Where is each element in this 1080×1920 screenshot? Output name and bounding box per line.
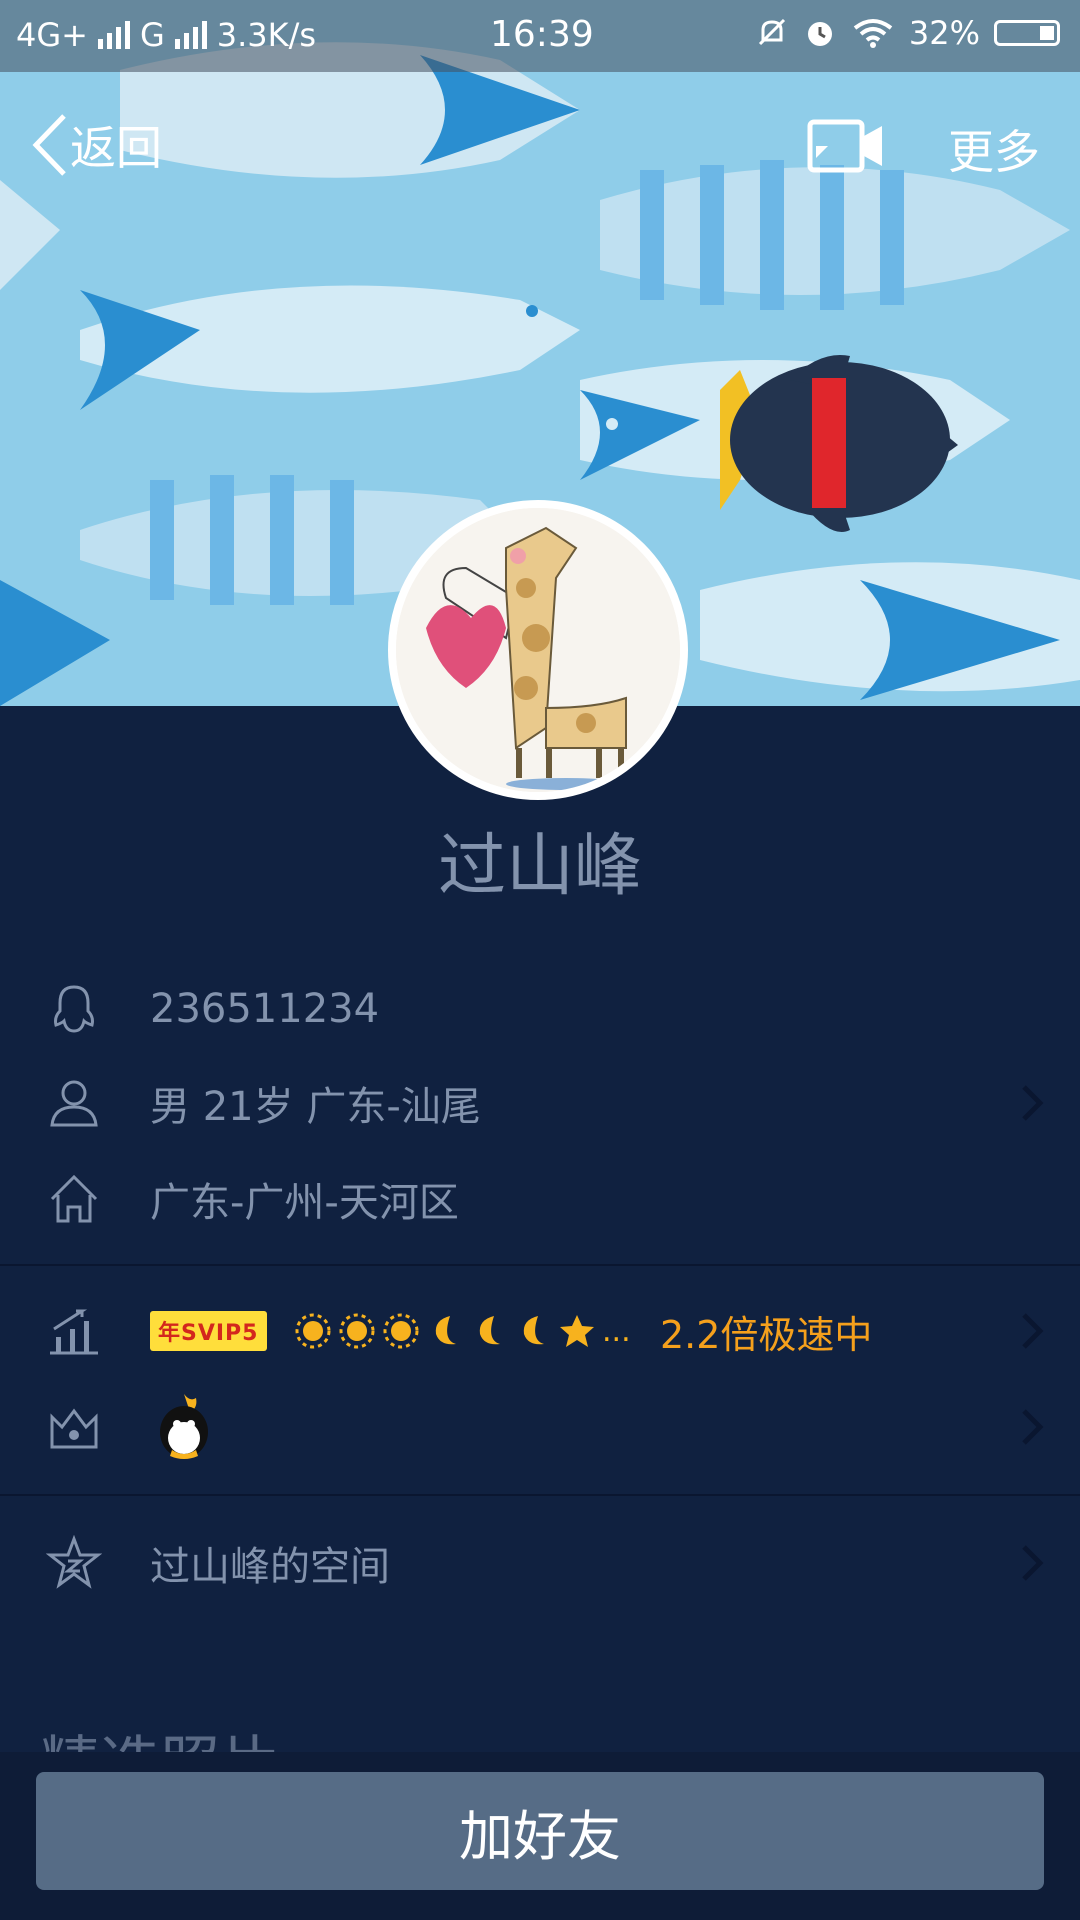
alarm-icon [807,22,832,46]
penguin-outline-icon [54,985,94,1033]
signal-icon [97,21,130,49]
moon-icon [479,1316,500,1345]
moon-icon [523,1316,544,1345]
sun-icon [295,1313,331,1349]
back-label: 返回 [70,121,162,175]
location-row: 广东-广州-天河区 [0,1154,1080,1244]
chevron-right-icon [1022,1545,1044,1581]
network-speed: 3.3K/s [216,16,317,54]
section-divider [0,1264,1080,1266]
qzone-row[interactable]: 过山峰的空间 [0,1518,1080,1608]
chevron-right-icon [1022,1409,1044,1445]
level-ellipsis: ... [602,1313,631,1349]
qzone-label: 过山峰的空间 [150,1544,390,1590]
qq-number-row: 236511234 [0,964,1080,1054]
basic-info-row[interactable]: 男 21岁 广东-汕尾 [0,1058,1080,1148]
signal-icon-2 [174,21,207,49]
avatar[interactable] [388,500,688,800]
more-button[interactable]: 更多 [948,116,1040,182]
sun-icon [339,1313,375,1349]
network-type-label: 4G+ [16,16,88,54]
chevron-right-icon [1022,1313,1044,1349]
sun-icon [383,1313,419,1349]
qq-level-icons: ... [294,1312,631,1350]
vip-level-row[interactable]: 年SVIP5 ... 2.2倍极速中 [0,1286,1080,1376]
speed-status: 2.2倍极速中 [660,1312,873,1357]
video-call-icon[interactable] [806,118,886,174]
crown-icon [50,1408,98,1449]
chevron-right-icon [1022,1085,1044,1121]
svip-badge: 年SVIP5 [150,1311,267,1351]
battery-icon [994,20,1060,46]
penguin-badge-icon [160,1394,208,1459]
person-icon [50,1080,98,1127]
level-chart-icon [50,1309,98,1355]
battery-percent: 32% [908,14,980,52]
mute-bell-icon [758,18,785,46]
qq-number: 236511234 [150,986,380,1032]
giraffe-avatar-image [396,508,680,792]
location-text: 广东-广州-天河区 [150,1180,459,1226]
home-icon [50,1174,98,1223]
add-friend-button[interactable]: 加好友 [36,1772,1044,1890]
qzone-star-icon [46,1535,102,1589]
privilege-row[interactable] [0,1382,1080,1472]
back-button[interactable]: 返回 [30,112,162,178]
chevron-left-icon [32,114,66,176]
status-time: 16:39 [490,14,594,55]
profile-name: 过山峰 [437,827,642,906]
moon-icon [435,1316,456,1345]
wifi-icon [853,19,893,48]
status-bar: 4G+ G 3.3K/s 16:39 32% [0,0,1080,72]
star-icon [560,1315,594,1347]
section-divider [0,1494,1080,1496]
network-type-label-2: G [139,16,165,54]
basic-info-text: 男 21岁 广东-汕尾 [150,1084,481,1130]
